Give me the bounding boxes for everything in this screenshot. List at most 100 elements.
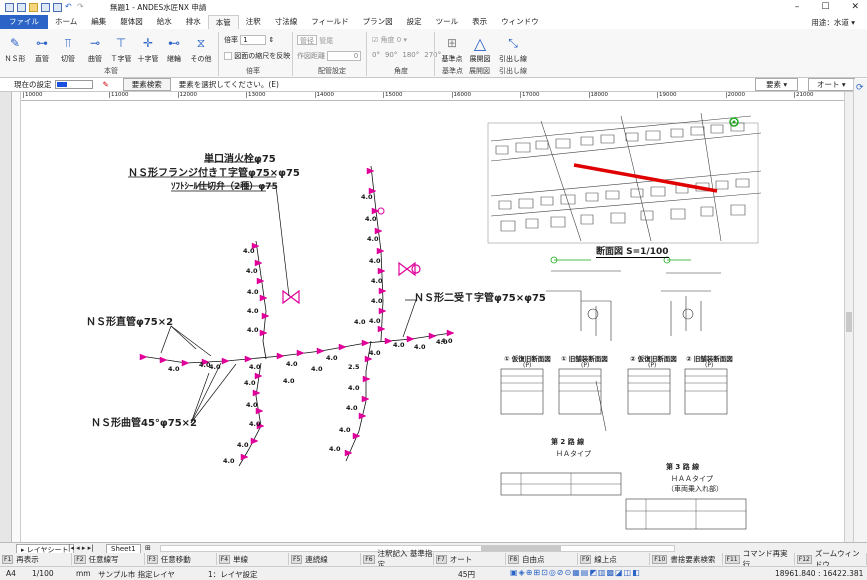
fkey-f5[interactable]: F5連続線	[289, 553, 361, 565]
fkey-f2[interactable]: F2任意線写	[72, 553, 144, 565]
joint-ring-label: 継輪	[167, 55, 181, 63]
angle-180-button[interactable]: 180°	[402, 51, 419, 59]
drawing-canvas[interactable]: 4.04.04.04.04.04.04.04.04.04.04.04.04.04…	[21, 101, 844, 542]
hscroll-thumb[interactable]	[481, 546, 561, 551]
straight-pipe-button[interactable]: ⊶直管	[29, 32, 55, 64]
pipe-fitting	[222, 358, 229, 364]
right-side-panel[interactable]: ⟳	[853, 79, 867, 542]
leader-line-button[interactable]: ⤡引出し線	[496, 32, 530, 64]
layer-group[interactable]: サンプル市 指定レイヤ	[98, 569, 175, 580]
fkey-badge: F11	[725, 555, 740, 564]
pipe-diameter-label[interactable]: 管径	[297, 35, 317, 45]
ns-type-button[interactable]: ✎ＮＳ形	[2, 32, 28, 64]
scale-field: 倍率 1 ⇕	[224, 35, 274, 45]
fkey-f1[interactable]: F1再表示	[0, 553, 72, 565]
angle-0-button[interactable]: 0°	[372, 51, 380, 59]
tab-main-pipe[interactable]: 本管	[208, 15, 239, 29]
straight-pipe-label: 直管	[35, 55, 49, 63]
pipe-length-label: 2.5	[348, 363, 360, 371]
tab-water-supply[interactable]: 給水	[150, 15, 179, 29]
sheet-nav-arrows[interactable]: |◂ ◂ ▸ ▸|	[68, 544, 93, 552]
pipe-fitting	[407, 336, 414, 342]
fkey-badge: F8	[508, 555, 519, 564]
fkey-f9[interactable]: F9線上点	[578, 553, 650, 565]
tab-edit[interactable]: 編集	[84, 15, 113, 29]
tab-annotation[interactable]: 注釈	[239, 15, 268, 29]
color-dropdown[interactable]	[55, 80, 93, 89]
stepper-icon[interactable]: ⇕	[268, 36, 274, 44]
reflect-scale-checkbox[interactable]	[224, 52, 232, 60]
auto-dropdown[interactable]: オート ▾	[808, 78, 855, 91]
scroll-thumb[interactable]	[846, 312, 852, 332]
snap-toolbar-icons[interactable]: ▣◈⊕⊞⊡◎⊘⊙▦▤◩▥▩◪◫◧	[510, 568, 641, 577]
cut-pipe-button[interactable]: ⫪切管	[55, 32, 81, 64]
joint-ring-button[interactable]: ⊷継輪	[161, 32, 187, 64]
open-folder-icon[interactable]	[29, 3, 38, 12]
close-icon[interactable]: ✕	[851, 2, 859, 12]
usage-dropdown[interactable]: 用途：水道 ▾	[811, 17, 855, 28]
print-icon[interactable]	[53, 3, 62, 12]
other-button[interactable]: ⧖その他	[188, 32, 214, 64]
fkey-label: 自由点	[522, 554, 545, 565]
maximize-icon[interactable]: ☐	[821, 2, 829, 12]
angle-checkbox[interactable]: ☑	[372, 36, 378, 44]
window-title: 無題1 - ANDES水匠NX 申請	[110, 2, 206, 13]
fkey-badge: F10	[652, 555, 667, 564]
tab-drainage[interactable]: 排水	[179, 15, 208, 29]
tab-window[interactable]: ウィンドウ	[494, 15, 546, 29]
add-sheet-icon[interactable]: ⊞	[145, 544, 151, 552]
leader-line	[161, 326, 171, 353]
tab-tools[interactable]: ツール	[429, 15, 466, 29]
tab-file[interactable]: ファイル	[0, 15, 48, 29]
minimize-icon[interactable]: –	[795, 2, 800, 12]
fkey-label: 書捨要素検索	[670, 554, 715, 565]
work-distance-input[interactable]: 0	[327, 51, 361, 61]
save-icon[interactable]	[41, 3, 50, 12]
fkey-f4[interactable]: F4単線	[217, 553, 289, 565]
fkey-f8[interactable]: F8自由点	[506, 553, 578, 565]
fkey-f6[interactable]: F6注釈記入 基準指定	[361, 553, 433, 565]
angle-presets: 0° 90° 180° 270°	[372, 51, 441, 59]
fkey-f12[interactable]: F12ズームウィンドウ	[795, 553, 867, 565]
pavement-table	[628, 369, 670, 414]
tab-structure[interactable]: 躯体図	[113, 15, 150, 29]
element-dropdown[interactable]: 要素 ▾	[755, 78, 798, 91]
label-bend-pipe: ＮＳ形曲管45°φ75×2	[91, 414, 197, 429]
tab-home[interactable]: ホーム	[48, 15, 84, 29]
current-layer[interactable]: 1：レイヤ設定	[208, 569, 258, 580]
scale-input[interactable]: 1	[240, 35, 266, 45]
pipe-length-label: 4.0	[283, 377, 295, 385]
route2-type: ＨＡタイプ	[556, 449, 591, 459]
bend-pipe-button[interactable]: ⊸曲管	[82, 32, 108, 64]
fkey-f11[interactable]: F11コマンド再実行	[723, 553, 795, 565]
fkey-f7[interactable]: F7オート	[434, 553, 506, 565]
ruler-tick-label: 18000	[589, 92, 609, 98]
left-panel-tabs[interactable]	[0, 92, 12, 542]
reflect-scale-checkbox-row[interactable]: 図面の縮尺を反映	[224, 51, 290, 61]
tab-settings[interactable]: 設定	[400, 15, 429, 29]
vertical-scrollbar[interactable]	[844, 92, 853, 542]
fkey-f3[interactable]: F3任意移動	[145, 553, 217, 565]
tab-field[interactable]: フィールド	[304, 15, 355, 29]
base-point-button[interactable]: ⊞基準点	[438, 32, 466, 64]
element-search-button[interactable]: 要素検索	[123, 78, 171, 91]
tab-dimension[interactable]: 寸法線	[268, 15, 305, 29]
refresh-icon[interactable]: ⟳	[856, 83, 864, 93]
angle-value[interactable]: 0	[397, 36, 401, 44]
pipe-length-label: 4.0	[246, 401, 258, 409]
develop-view-button[interactable]: △展開図	[466, 32, 494, 64]
pipe-length-label: 4.0	[286, 360, 298, 368]
ruler-tick-label: 17000	[520, 92, 540, 98]
undo-icon[interactable]: ↶	[65, 3, 74, 12]
redo-icon[interactable]: ↷	[77, 3, 86, 12]
new-file-icon[interactable]	[17, 3, 26, 12]
section-p-4: (P)	[705, 362, 713, 369]
tab-view[interactable]: 表示	[465, 15, 494, 29]
fkey-f10[interactable]: F10書捨要素検索	[650, 553, 722, 565]
pen-icon[interactable]: ✎	[103, 80, 109, 89]
pipe-fitting	[362, 396, 369, 402]
tee-pipe-button[interactable]: ⊤Ｔ字管	[108, 32, 134, 64]
cross-pipe-button[interactable]: ✛十字管	[135, 32, 161, 64]
angle-90-button[interactable]: 90°	[385, 51, 397, 59]
tab-plan[interactable]: プラン図	[356, 15, 400, 29]
